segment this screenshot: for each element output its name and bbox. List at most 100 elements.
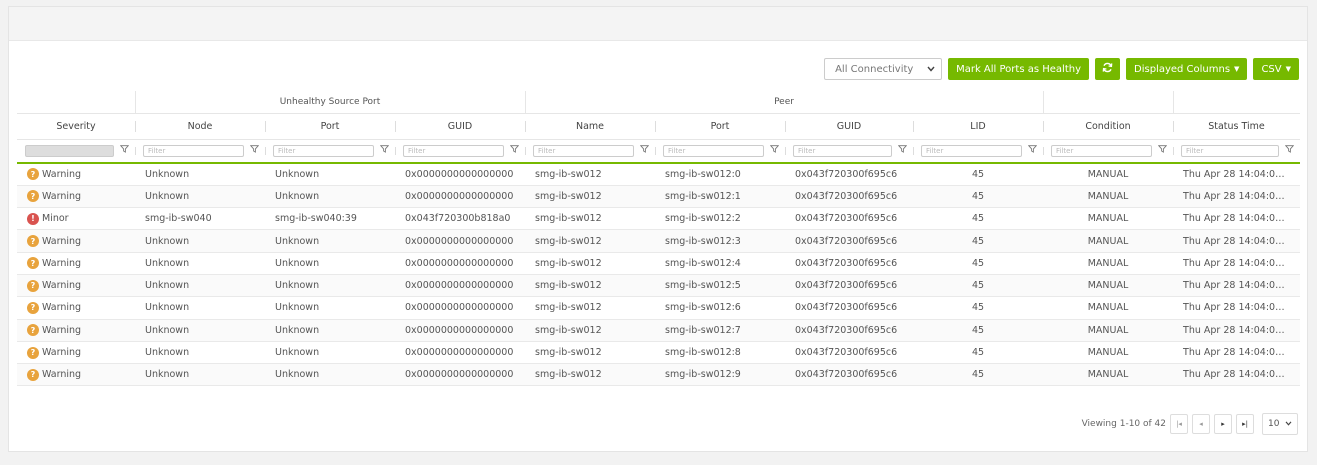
severity-cell: ? Warning bbox=[17, 319, 135, 342]
cell-condition: MANUAL bbox=[1043, 185, 1174, 209]
funnel-icon[interactable] bbox=[1284, 145, 1295, 156]
funnel-icon[interactable] bbox=[509, 145, 520, 156]
table-row[interactable]: ? Warning Unknown Unknown 0x0000000000000000… bbox=[17, 163, 1301, 186]
severity-label: Warning bbox=[42, 235, 82, 247]
question-circle-icon: ? bbox=[27, 235, 39, 248]
cell-port: Unknown bbox=[265, 185, 395, 209]
col-port[interactable]: Port bbox=[265, 113, 395, 140]
next-page-button[interactable]: ▸ bbox=[1214, 414, 1232, 434]
table-row[interactable]: ! Minor smg-ib-sw040 smg-ib-sw040:39 0x043f7… bbox=[17, 207, 1301, 231]
cell-lid: 45 bbox=[913, 274, 1044, 298]
funnel-icon[interactable] bbox=[249, 145, 260, 156]
cell-peer-port: smg-ib-sw012:5 bbox=[655, 274, 785, 298]
cell-node: Unknown bbox=[135, 229, 265, 253]
funnel-icon[interactable] bbox=[897, 145, 908, 156]
cell-port: smg-ib-sw040:39 bbox=[265, 207, 395, 231]
csv-button[interactable]: CSV ▼ bbox=[1253, 58, 1299, 80]
filter-input[interactable]: Filter bbox=[143, 144, 244, 157]
table-row[interactable]: ? Warning Unknown Unknown 0x0000000000000000… bbox=[17, 296, 1301, 320]
funnel-icon[interactable] bbox=[1157, 145, 1168, 156]
toolbar: All Connectivity Mark All Ports as Healt… bbox=[824, 58, 1299, 80]
connectivity-select[interactable]: All Connectivity bbox=[824, 58, 943, 80]
cell-port: Unknown bbox=[265, 163, 395, 186]
col-peer-name[interactable]: Name bbox=[525, 113, 655, 140]
question-circle-icon: ? bbox=[27, 368, 39, 381]
funnel-icon[interactable] bbox=[769, 145, 780, 156]
cell-status-time: Thu Apr 28 14:04:08 2... bbox=[1173, 207, 1301, 231]
ports-table: Unhealthy Source Port Peer Severity Node… bbox=[17, 91, 1301, 387]
severity-cell: ! Minor bbox=[17, 207, 135, 231]
cell-peer-name: smg-ib-sw012 bbox=[525, 207, 655, 231]
col-peer-guid[interactable]: GUID bbox=[785, 113, 913, 140]
prev-page-button[interactable]: ◂ bbox=[1192, 414, 1210, 434]
cell-port: Unknown bbox=[265, 363, 395, 387]
question-circle-icon: ? bbox=[27, 324, 39, 337]
severity-label: Minor bbox=[42, 213, 69, 225]
filter-cell: Filter bbox=[395, 139, 525, 164]
filter-input[interactable] bbox=[25, 144, 114, 157]
table-row[interactable]: ? Warning Unknown Unknown 0x0000000000000000… bbox=[17, 185, 1301, 209]
severity-label: Warning bbox=[42, 168, 82, 180]
cell-port: Unknown bbox=[265, 341, 395, 365]
unhealthy-ports-panel: All Connectivity Mark All Ports as Healt… bbox=[8, 6, 1308, 452]
group-header-peer: Peer bbox=[525, 91, 1044, 114]
funnel-icon[interactable] bbox=[1027, 145, 1038, 156]
funnel-icon[interactable] bbox=[639, 145, 650, 156]
refresh-button[interactable] bbox=[1095, 58, 1120, 80]
filter-input[interactable]: Filter bbox=[793, 144, 892, 157]
funnel-icon[interactable] bbox=[379, 145, 390, 156]
col-peer-port[interactable]: Port bbox=[655, 113, 785, 140]
cell-peer-guid: 0x043f720300f695c6 bbox=[785, 163, 913, 186]
severity-cell: ? Warning bbox=[17, 363, 135, 387]
displayed-columns-button[interactable]: Displayed Columns ▼ bbox=[1126, 58, 1248, 80]
col-severity[interactable]: Severity bbox=[17, 113, 135, 140]
col-lid[interactable]: LID bbox=[913, 113, 1044, 140]
next-page-icon: ▸ bbox=[1221, 420, 1225, 428]
col-guid[interactable]: GUID bbox=[395, 113, 525, 140]
cell-port: Unknown bbox=[265, 296, 395, 320]
table-row[interactable]: ? Warning Unknown Unknown 0x0000000000000000… bbox=[17, 341, 1301, 365]
cell-guid: 0x0000000000000000 bbox=[395, 252, 525, 275]
cell-node: Unknown bbox=[135, 163, 265, 186]
cell-condition: MANUAL bbox=[1043, 274, 1174, 298]
table-row[interactable]: ? Warning Unknown Unknown 0x0000000000000000… bbox=[17, 229, 1301, 253]
cell-node: Unknown bbox=[135, 252, 265, 275]
filter-input[interactable]: Filter bbox=[403, 144, 504, 157]
cell-port: Unknown bbox=[265, 229, 395, 253]
cell-peer-port: smg-ib-sw012:9 bbox=[655, 363, 785, 387]
filter-input[interactable]: Filter bbox=[273, 144, 374, 157]
cell-peer-guid: 0x043f720300f695c6 bbox=[785, 274, 913, 298]
cell-guid: 0x0000000000000000 bbox=[395, 319, 525, 342]
page-size-select[interactable]: 10 bbox=[1262, 413, 1298, 435]
table-row[interactable]: ? Warning Unknown Unknown 0x0000000000000000… bbox=[17, 274, 1301, 298]
col-status-time[interactable]: Status Time bbox=[1173, 113, 1301, 140]
cell-condition: MANUAL bbox=[1043, 252, 1174, 275]
severity-cell: ? Warning bbox=[17, 296, 135, 320]
last-page-button[interactable]: ▸| bbox=[1236, 414, 1254, 434]
cell-peer-name: smg-ib-sw012 bbox=[525, 296, 655, 320]
cell-peer-port: smg-ib-sw012:7 bbox=[655, 319, 785, 342]
filter-input[interactable]: Filter bbox=[663, 144, 764, 157]
first-page-button[interactable]: |◂ bbox=[1170, 414, 1188, 434]
col-node[interactable]: Node bbox=[135, 113, 265, 140]
table-row[interactable]: ? Warning Unknown Unknown 0x0000000000000000… bbox=[17, 319, 1301, 342]
table-row[interactable]: ? Warning Unknown Unknown 0x0000000000000000… bbox=[17, 363, 1301, 387]
connectivity-select-value: All Connectivity bbox=[835, 63, 914, 75]
cell-status-time: Thu Apr 28 14:04:08 2... bbox=[1173, 319, 1301, 342]
group-header-empty bbox=[17, 91, 136, 114]
funnel-icon[interactable] bbox=[119, 145, 130, 156]
severity-label: Warning bbox=[42, 190, 82, 202]
cell-port: Unknown bbox=[265, 319, 395, 342]
filter-input[interactable]: Filter bbox=[533, 144, 634, 157]
severity-cell: ? Warning bbox=[17, 252, 135, 275]
first-page-icon: |◂ bbox=[1176, 420, 1182, 428]
mark-all-healthy-button[interactable]: Mark All Ports as Healthy bbox=[948, 58, 1089, 80]
table-row[interactable]: ? Warning Unknown Unknown 0x0000000000000000… bbox=[17, 252, 1301, 275]
col-condition[interactable]: Condition bbox=[1043, 113, 1174, 140]
filter-input[interactable]: Filter bbox=[1051, 144, 1153, 157]
filter-input[interactable]: Filter bbox=[1181, 144, 1280, 157]
question-circle-icon: ? bbox=[27, 168, 39, 181]
filter-input[interactable]: Filter bbox=[921, 144, 1023, 157]
cell-condition: MANUAL bbox=[1043, 229, 1174, 253]
cell-condition: MANUAL bbox=[1043, 363, 1174, 387]
